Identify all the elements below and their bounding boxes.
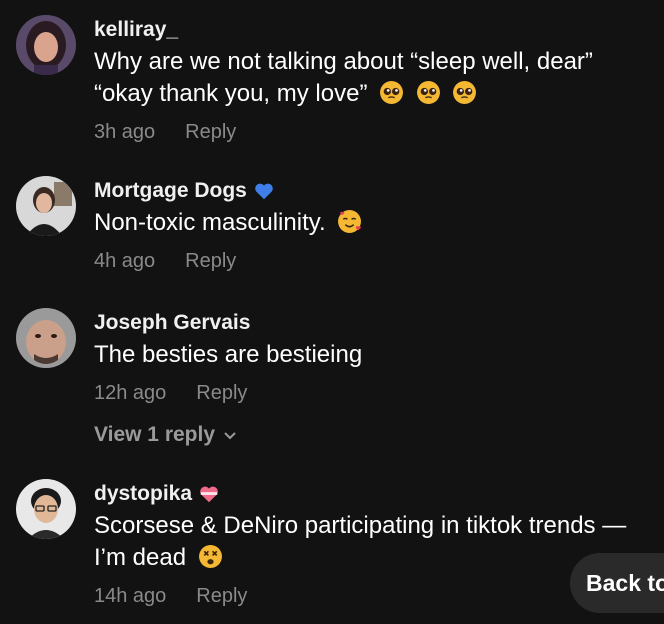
username[interactable]: Mortgage Dogs bbox=[94, 179, 275, 203]
reply-button[interactable]: Reply bbox=[185, 250, 236, 273]
avatar[interactable] bbox=[16, 15, 76, 75]
blue-heart-icon bbox=[255, 183, 273, 200]
comment-text: Scorsese & DeNiro participating in tikto… bbox=[94, 510, 654, 574]
comment-body: Why are we not talking about “sleep well… bbox=[94, 48, 593, 107]
pleading-face-icon bbox=[416, 81, 440, 104]
username[interactable]: kelliray_ bbox=[94, 18, 178, 42]
avatar[interactable] bbox=[16, 479, 76, 539]
avatar[interactable] bbox=[16, 176, 76, 236]
heart-with-ribbon-icon bbox=[200, 486, 218, 503]
comment-meta: 4h ago Reply bbox=[94, 250, 236, 273]
username-text[interactable]: Mortgage Dogs bbox=[94, 179, 247, 203]
username[interactable]: dystopika bbox=[94, 482, 220, 506]
comment-text: The besties are bestieing bbox=[94, 339, 654, 371]
comment-text: Why are we not talking about “sleep well… bbox=[94, 46, 654, 110]
avatar[interactable] bbox=[16, 308, 76, 368]
timestamp: 12h ago bbox=[94, 382, 167, 404]
reply-button[interactable]: Reply bbox=[185, 121, 236, 144]
comment-meta: 3h ago Reply bbox=[94, 121, 236, 144]
username-text[interactable]: dystopika bbox=[94, 482, 192, 506]
username[interactable]: Joseph Gervais bbox=[94, 311, 250, 335]
smiling-face-with-hearts-icon bbox=[338, 210, 362, 233]
pleading-face-icon bbox=[453, 81, 477, 104]
username-text[interactable]: kelliray_ bbox=[94, 18, 178, 42]
back-to-top-label[interactable]: Back to top bbox=[586, 570, 664, 597]
timestamp: 3h ago bbox=[94, 121, 156, 143]
comment-text: Non-toxic masculinity. bbox=[94, 207, 654, 239]
view-replies-button[interactable]: View 1 reply bbox=[94, 423, 237, 447]
comment-body: Non-toxic masculinity. bbox=[94, 209, 326, 236]
reply-button[interactable]: Reply bbox=[196, 585, 247, 608]
comment-body: Scorsese & DeNiro participating in tikto… bbox=[94, 512, 627, 571]
pleading-face-icon bbox=[380, 81, 404, 104]
back-to-top-button[interactable]: Back to top bbox=[570, 553, 664, 613]
reply-button[interactable]: Reply bbox=[196, 382, 247, 405]
face-with-crossed-out-eyes-icon bbox=[198, 545, 222, 568]
timestamp: 4h ago bbox=[94, 250, 156, 272]
chevron-down-icon bbox=[224, 432, 236, 440]
comment-meta: 14h ago Reply bbox=[94, 585, 247, 608]
view-replies-label[interactable]: View 1 reply bbox=[94, 423, 215, 447]
username-text[interactable]: Joseph Gervais bbox=[94, 311, 250, 335]
timestamp: 14h ago bbox=[94, 585, 167, 607]
comment-body: The besties are bestieing bbox=[94, 341, 363, 368]
comment-meta: 12h ago Reply bbox=[94, 382, 247, 405]
